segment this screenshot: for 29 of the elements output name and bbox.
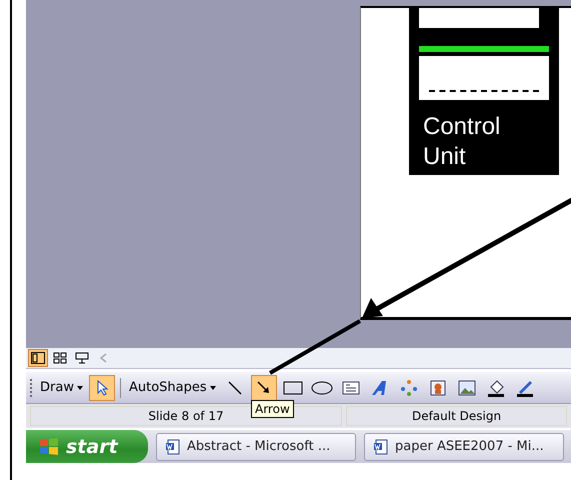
status-text: Default Design	[346, 406, 567, 426]
draw-menu[interactable]: Draw	[37, 380, 86, 395]
document-icon	[373, 438, 389, 454]
slideshow-icon	[75, 352, 89, 364]
text-box-icon	[342, 380, 360, 394]
line-icon	[226, 380, 243, 396]
pen-icon	[516, 378, 534, 396]
start-button[interactable]: start	[26, 430, 148, 463]
arrow-icon	[256, 380, 272, 396]
grid-view-icon	[53, 352, 67, 364]
clip-art-icon	[430, 380, 446, 396]
autoshapes-menu[interactable]: AutoShapes	[126, 380, 219, 395]
select-tool-button[interactable]	[88, 374, 115, 400]
tooltip: Arrow	[251, 400, 294, 418]
control-unit-label: Control Unit	[423, 112, 502, 172]
pointer-icon	[94, 380, 109, 396]
oval-icon	[310, 380, 333, 394]
document-icon	[165, 438, 181, 454]
diagram-icon	[400, 378, 418, 396]
wordart-icon	[370, 380, 389, 396]
normal-view-icon	[31, 352, 45, 364]
taskbar-button[interactable]: paper ASEE2007 - Mi...	[364, 432, 564, 460]
picture-icon	[458, 380, 476, 396]
windows-logo-icon	[38, 436, 60, 456]
view-button[interactable]	[28, 349, 48, 367]
rectangle-icon	[282, 380, 303, 394]
fill-bucket-icon	[486, 378, 505, 396]
arrow-tool-button[interactable]	[250, 374, 277, 400]
taskbar-button[interactable]: Abstract - Microsoft ...	[156, 432, 356, 460]
